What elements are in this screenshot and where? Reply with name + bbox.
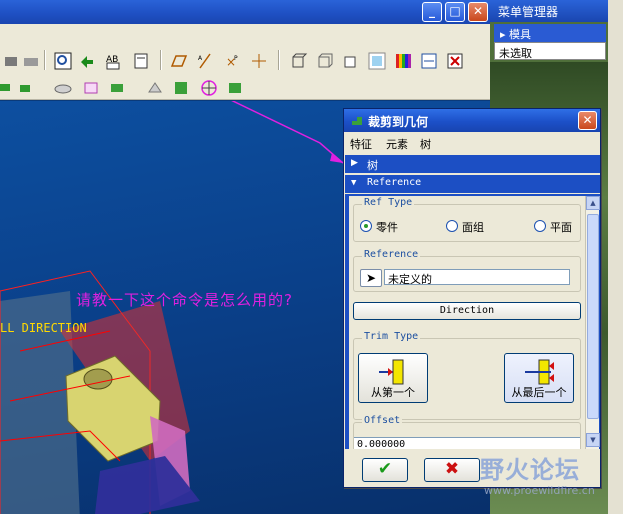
- toolbar-tool-icon[interactable]: [22, 52, 40, 70]
- zoom-window-icon[interactable]: [54, 52, 72, 70]
- watermark-logo: 野火论坛: [480, 456, 580, 484]
- plane-display-icon[interactable]: [170, 52, 188, 70]
- content-panel: Ref Type 零件 面组 平面 Reference ➤ 未定义的 Direc…: [349, 196, 585, 449]
- offset-input[interactable]: 0.000000: [354, 437, 580, 449]
- color-appearance-icon[interactable]: [394, 52, 412, 70]
- point-display-icon[interactable]: ×P: [224, 52, 242, 70]
- svg-text:A: A: [198, 55, 203, 62]
- axis-display-icon[interactable]: A: [196, 52, 214, 70]
- menu-feature[interactable]: 特征: [350, 136, 372, 152]
- shading-icon[interactable]: [368, 52, 386, 70]
- menu-tree[interactable]: 树: [420, 136, 431, 152]
- volume-icon[interactable]: [108, 79, 126, 97]
- radio-selected-icon: [360, 220, 372, 232]
- toolbar-tool-icon[interactable]: [2, 52, 20, 70]
- toolbar-row-2: [0, 76, 490, 100]
- direction-button[interactable]: Direction: [353, 302, 581, 320]
- close-model-icon[interactable]: [446, 52, 464, 70]
- reference-group: Reference ➤ 未定义的: [353, 249, 581, 292]
- offset-title: Offset: [362, 415, 403, 426]
- trim-from-first-label: 从第一个: [371, 386, 415, 399]
- pull-direction-label: LL DIRECTION: [0, 321, 87, 335]
- cancel-button[interactable]: ✖: [424, 458, 480, 482]
- insert-feature-icon[interactable]: [78, 52, 96, 70]
- trim-from-last-icon: [525, 359, 554, 385]
- split-icon[interactable]: [172, 79, 190, 97]
- menu-item-unselected[interactable]: 未选取: [494, 42, 606, 60]
- csys-display-icon[interactable]: [250, 52, 268, 70]
- scroll-down-icon[interactable]: ▼: [586, 433, 600, 447]
- menu-item-mold[interactable]: ▸ 模具: [494, 24, 606, 42]
- radio-plane-label: 平面: [550, 221, 572, 234]
- parting-surface-icon[interactable]: [54, 79, 72, 97]
- section-tree-header[interactable]: ▶ 树: [345, 155, 600, 173]
- dialog-menubar: 特征 元素 树: [344, 133, 600, 153]
- minimize-button[interactable]: _: [422, 2, 442, 22]
- document-icon[interactable]: [132, 52, 150, 70]
- menu-manager-scrollbar[interactable]: [608, 0, 623, 514]
- select-reference-button[interactable]: ➤: [360, 269, 382, 287]
- menu-element[interactable]: 元素: [386, 136, 408, 152]
- trim-from-last-button[interactable]: 从最后一个: [504, 353, 574, 403]
- toolbar-row-1: AB A × P: [0, 46, 490, 76]
- trim-from-last-label: 从最后一个: [511, 386, 567, 399]
- trim-feature-icon: [352, 117, 362, 125]
- main-window-titlebar: _ □ ✕: [0, 0, 490, 24]
- menu-manager-title: 菜单管理器: [490, 0, 623, 22]
- ab-icon[interactable]: AB: [104, 52, 122, 70]
- mold-tool-icon[interactable]: [0, 79, 18, 97]
- ref-type-title: Ref Type: [362, 197, 415, 208]
- layer-icon[interactable]: [420, 52, 438, 70]
- dialog-titlebar[interactable]: 裁剪到几何 ✕: [344, 109, 600, 132]
- scroll-up-icon[interactable]: ▲: [586, 196, 600, 210]
- watermark-url: www.proewildfire.cn: [484, 484, 595, 497]
- section-reference-label: Reference: [367, 177, 422, 188]
- trim-type-title: Trim Type: [362, 331, 421, 342]
- dialog-scrollbar[interactable]: ▲ ▼: [585, 196, 600, 449]
- offset-group: Offset 0.000000: [353, 415, 581, 449]
- ref-type-group: Ref Type 零件 面组 平面: [353, 197, 581, 242]
- trim-from-first-icon: [379, 359, 404, 385]
- caret-right-icon: ▶: [351, 158, 358, 168]
- flag-icon[interactable]: [82, 79, 100, 97]
- scroll-thumb[interactable]: [587, 214, 599, 419]
- menu-item-mold-label: 模具: [509, 28, 532, 41]
- section-reference-header[interactable]: ▼ Reference: [345, 175, 600, 193]
- reference-value-field[interactable]: 未定义的: [384, 269, 570, 286]
- toolbar-separator: [278, 50, 280, 70]
- radio-unselected-icon: [534, 220, 546, 232]
- mold-layout-icon[interactable]: [226, 79, 244, 97]
- dialog-close-button[interactable]: ✕: [578, 111, 597, 130]
- user-question-annotation: 请教一下这个命令是怎么用的?: [76, 291, 293, 309]
- trim-to-geometry-dialog: 裁剪到几何 ✕ 特征 元素 树 ▶ 树 ▼ Reference Ref Type…: [343, 108, 601, 488]
- toolbar-separator: [160, 50, 162, 70]
- mold-opening-icon[interactable]: [146, 79, 164, 97]
- dialog-content: Ref Type 零件 面组 平面 Reference ➤ 未定义的 Direc…: [345, 194, 600, 449]
- trim-from-first-button[interactable]: 从第一个: [358, 353, 428, 403]
- trim-to-geometry-icon[interactable]: [200, 79, 218, 97]
- caret-down-icon: ▼: [351, 178, 357, 188]
- close-window-button[interactable]: ✕: [468, 2, 488, 22]
- mold-tool-icon[interactable]: [18, 79, 36, 97]
- section-tree-label: 树: [367, 159, 378, 172]
- hidden-line-icon[interactable]: [316, 52, 334, 70]
- caret-right-icon: ▸: [500, 28, 510, 41]
- trim-type-group: Trim Type 从第一个 从最后一个: [353, 331, 581, 420]
- maximize-button[interactable]: □: [445, 2, 465, 22]
- svg-text:P: P: [234, 55, 238, 62]
- toolbar-separator: [44, 50, 46, 70]
- no-hidden-icon[interactable]: [342, 52, 360, 70]
- radio-quilt-label: 面组: [462, 221, 484, 234]
- radio-part-label: 零件: [376, 221, 398, 234]
- ok-button[interactable]: ✔: [362, 458, 408, 482]
- dialog-title: 裁剪到几何: [368, 115, 429, 129]
- reference-title: Reference: [362, 249, 421, 260]
- toolbar-strip: [0, 24, 490, 46]
- radio-unselected-icon: [446, 220, 458, 232]
- wireframe-icon[interactable]: [290, 52, 308, 70]
